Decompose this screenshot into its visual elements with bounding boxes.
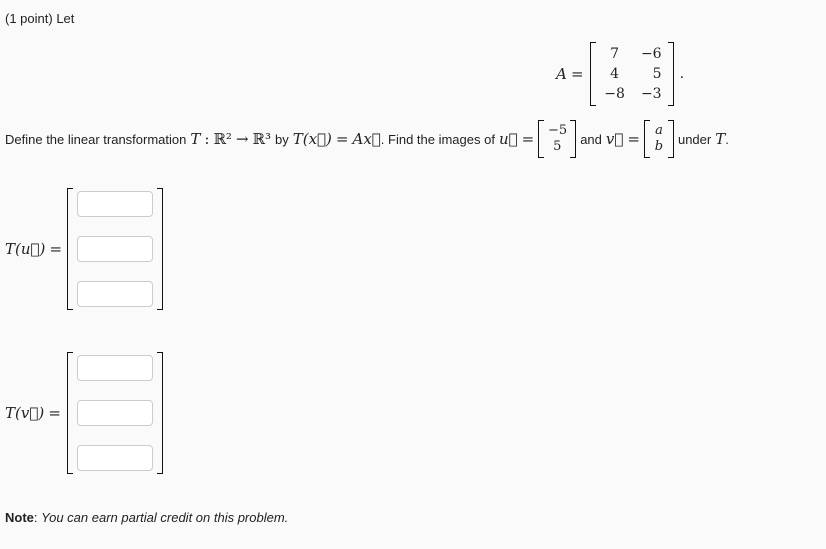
- answer-v-label: T(v⃗) =: [0, 404, 67, 422]
- matrix-entry: 4: [610, 66, 620, 82]
- definition-line: Define the linear transformation T : ℝ² …: [5, 120, 729, 158]
- matrix-a-lhs: A =: [556, 65, 584, 83]
- right-bracket: [157, 188, 163, 310]
- matrix-entry: −6: [640, 46, 662, 62]
- note-label: Note: [5, 510, 34, 525]
- equals-sign: =: [521, 130, 535, 148]
- A-times-x: Ax⃗: [352, 130, 381, 148]
- matrix-a-entries: 7 −6 4 5 −8 −3: [596, 45, 668, 103]
- T-of-u: T(u⃗): [5, 240, 46, 258]
- left-bracket: [538, 120, 545, 158]
- left-bracket: [643, 120, 650, 158]
- matrix-entry: 7: [610, 46, 620, 62]
- definition-text: Define the linear transformation: [5, 131, 187, 147]
- transform-T: T: [190, 130, 201, 148]
- u-vector: −5 5: [544, 123, 570, 155]
- T-of-v: T(v⃗): [5, 404, 45, 422]
- period: .: [679, 66, 685, 82]
- answer-u-label: T(u⃗) =: [0, 240, 67, 258]
- right-bracket: [667, 120, 674, 158]
- matrix-entry: −8: [604, 86, 625, 102]
- v-vector-label: v⃗: [605, 130, 624, 148]
- answer-u-input-3[interactable]: [77, 281, 153, 307]
- T-of-x: T(x⃗): [292, 130, 332, 148]
- answer-v-inputs: [73, 355, 157, 471]
- matrix-a-label: A: [556, 65, 567, 83]
- domain-R2: ℝ²: [213, 130, 232, 148]
- answer-T-u: T(u⃗) =: [0, 188, 163, 310]
- and-text: and: [580, 131, 602, 147]
- note: Note: You can earn partial credit on thi…: [5, 510, 288, 525]
- vector-entry: a: [655, 123, 663, 138]
- equals-sign: =: [627, 130, 640, 148]
- equals-sign: =: [335, 130, 349, 148]
- answer-u-inputs: [73, 191, 157, 307]
- answer-u-input-1[interactable]: [77, 191, 153, 217]
- vector-entry: −5: [548, 123, 568, 138]
- matrix-entry: 5: [652, 66, 662, 82]
- by-text: by: [275, 131, 289, 147]
- right-bracket: [157, 352, 163, 474]
- equals-sign: =: [48, 404, 61, 422]
- note-text: You can earn partial credit on this prob…: [41, 510, 289, 525]
- answer-v-input-2[interactable]: [77, 400, 153, 426]
- note-colon: :: [33, 510, 38, 525]
- answer-T-v: T(v⃗) =: [0, 352, 163, 474]
- equals-sign: =: [49, 240, 63, 258]
- vector-entry: b: [654, 139, 664, 154]
- matrix-entry: −3: [640, 86, 662, 102]
- colon: :: [204, 130, 210, 148]
- find-images-text: . Find the images of: [380, 131, 495, 147]
- transform-T: T: [715, 130, 726, 148]
- matrix-a-definition: A = 7 −6 4 5 −8 −3 .: [556, 42, 684, 106]
- problem-intro: (1 point) Let: [5, 11, 74, 26]
- equals-sign: =: [571, 65, 584, 83]
- points-label: (1 point): [5, 11, 53, 26]
- vector-entry: 5: [553, 139, 562, 154]
- period: .: [725, 131, 729, 147]
- right-bracket: [570, 120, 577, 158]
- u-vector-label: u⃗: [498, 130, 518, 148]
- codomain-R3: ℝ³: [252, 130, 271, 148]
- arrow: →: [235, 130, 249, 148]
- under-text: under: [677, 131, 712, 147]
- answer-v-input-1[interactable]: [77, 355, 153, 381]
- answer-v-input-3[interactable]: [77, 445, 153, 471]
- right-bracket: [667, 42, 674, 106]
- let-text: Let: [56, 11, 75, 26]
- v-vector: a b: [650, 123, 668, 155]
- left-bracket: [589, 42, 596, 106]
- answer-u-input-2[interactable]: [77, 236, 153, 262]
